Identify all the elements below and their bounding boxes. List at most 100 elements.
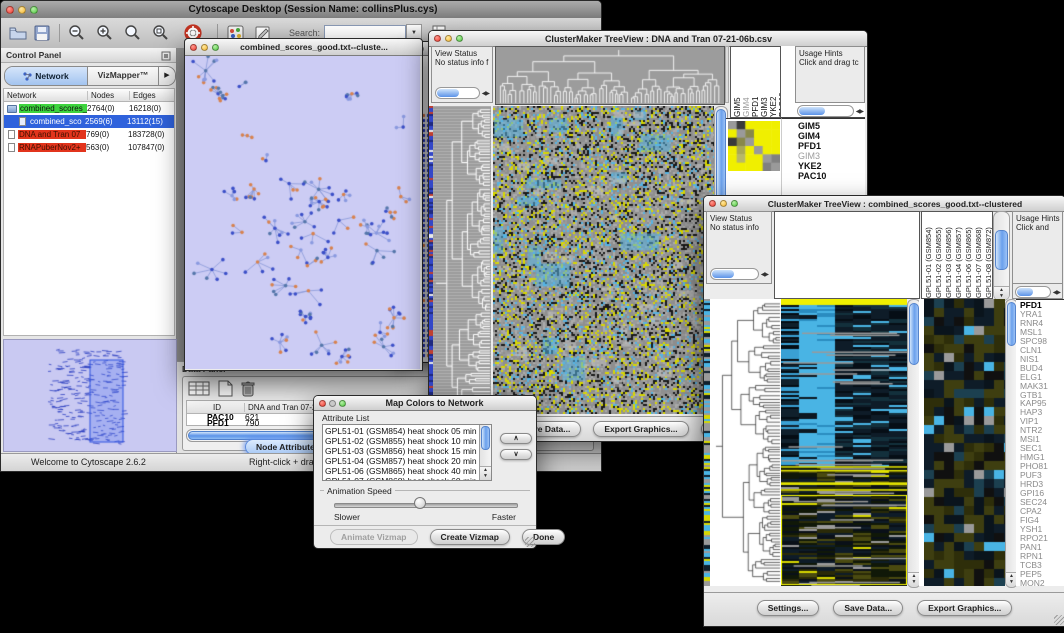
tab-vizmapper[interactable]: VizMapper™ [88, 67, 159, 85]
tv1-splitter[interactable] [725, 46, 729, 103]
minimize-button[interactable] [720, 200, 727, 207]
tv2-col-dendrogram-area[interactable] [774, 211, 920, 299]
attribute-list-item[interactable]: GPL51-01 (GSM854) heat shock 05 min [323, 426, 491, 436]
treeview2-titlebar[interactable]: ClusterMaker TreeView : combined_scores_… [704, 196, 1064, 212]
scroll-arrows[interactable] [856, 108, 863, 115]
network-row[interactable]: DNA and Tran 07 769(0) 183728(0) [4, 128, 174, 141]
move-down-button[interactable]: ∨ [500, 449, 532, 460]
tv1-heatmap[interactable] [493, 106, 714, 414]
minimize-button[interactable] [445, 35, 452, 42]
zoom-button[interactable] [339, 400, 346, 407]
network-row[interactable]: combined_scores_ 2764(0) 16218(0) [4, 102, 174, 115]
attribute-select-button[interactable] [188, 380, 210, 402]
scroll-thumb[interactable] [909, 303, 919, 365]
scroll-arrows[interactable] [994, 286, 1009, 300]
zoom-fit-button[interactable] [121, 22, 145, 44]
zoom-button[interactable] [212, 44, 219, 51]
minimize-button[interactable] [18, 6, 26, 14]
column-label[interactable]: GPL51-01 (GSM854) [925, 212, 933, 298]
treeview-button[interactable]: Export Graphics... [593, 421, 688, 437]
scroll-arrows[interactable] [761, 271, 768, 278]
column-label[interactable]: YKE2 [770, 47, 778, 117]
network-view-titlebar[interactable]: combined_scores_good.txt--cluste... [185, 39, 422, 56]
new-attribute-button[interactable] [216, 380, 234, 402]
attribute-list-vscrollbar[interactable] [479, 425, 491, 480]
treeview-button[interactable]: Settings... [757, 600, 820, 616]
cytoscape-titlebar[interactable]: Cytoscape Desktop (Session Name: collins… [1, 1, 601, 19]
tv1-row-dendrogram[interactable] [433, 106, 491, 414]
treeview-button[interactable]: Export Graphics... [917, 600, 1012, 616]
tv1-col-dendrogram[interactable] [495, 46, 725, 105]
network-row[interactable]: combined_sco 2569(6) 13112(15) [4, 115, 174, 128]
network-row[interactable]: RNAPuberNov2+ 563(0) 107847(0) [4, 141, 174, 154]
column-label[interactable]: GPL51-03 (GSM856) [945, 212, 953, 298]
column-label[interactable]: GIM3 [761, 47, 769, 117]
network-canvas[interactable] [185, 56, 420, 369]
column-label[interactable]: GPL51-07 (GSM868) [975, 212, 983, 298]
delete-attribute-button[interactable] [240, 380, 256, 402]
attribute-list-item[interactable]: GPL51-07 (GSM868) heat shock 60 min [323, 476, 491, 481]
save-button[interactable] [30, 22, 54, 44]
column-label[interactable]: PFD1 [752, 47, 760, 117]
treeview1-titlebar[interactable]: ClusterMaker TreeView : DNA and Tran 07-… [429, 31, 867, 47]
tv2-detail-heatmap[interactable] [924, 299, 1005, 586]
tab-network[interactable]: Network [5, 67, 88, 85]
tv1-similarity-matrix[interactable] [728, 121, 780, 171]
close-button[interactable] [190, 44, 197, 51]
column-label[interactable]: GPL51-04 (GSM857) [955, 212, 963, 298]
gene-name[interactable]: PAC10 [798, 171, 865, 181]
minimize-button[interactable] [201, 44, 208, 51]
float-panel-icon[interactable] [161, 51, 171, 61]
tv2-row-dendrogram[interactable] [710, 299, 781, 586]
close-button[interactable] [6, 6, 14, 14]
minimize-button[interactable] [329, 400, 336, 407]
scroll-arrows[interactable] [482, 90, 489, 97]
zoom-button[interactable] [30, 6, 38, 14]
zoom-selected-button[interactable] [149, 22, 173, 44]
open-file-button[interactable] [6, 22, 30, 44]
gene-name[interactable]: PFD1 [798, 141, 865, 151]
attribute-list-item[interactable]: GPL51-03 (GSM856) heat shock 15 min [323, 446, 491, 456]
close-button[interactable] [434, 35, 441, 42]
column-header-nodes[interactable]: Nodes [88, 91, 130, 100]
tv2-usage-scrollbar[interactable] [1015, 286, 1060, 298]
resize-grip[interactable] [1054, 615, 1064, 625]
map-dialog-titlebar[interactable]: Map Colors to Network [314, 396, 536, 411]
gene-name[interactable]: MON2 [1020, 579, 1064, 586]
column-label[interactable]: GPL51-02 (GSM855) [935, 212, 943, 298]
column-header-id[interactable]: ID [187, 403, 245, 412]
column-label[interactable]: GPL51-06 (GSM865) [965, 212, 973, 298]
resize-grip[interactable] [525, 537, 535, 547]
zoom-in-button[interactable] [93, 22, 117, 44]
dialog-button[interactable]: Create Vizmap [430, 529, 510, 545]
network-overview-canvas[interactable] [3, 339, 177, 452]
attribute-list-item[interactable]: GPL51-04 (GSM857) heat shock 20 min [323, 456, 491, 466]
scroll-arrows[interactable] [1053, 289, 1060, 296]
move-up-button[interactable]: ∧ [500, 433, 532, 444]
close-button[interactable] [709, 200, 716, 207]
column-label[interactable]: GIM4 [743, 47, 751, 117]
tv1-usage-scrollbar[interactable] [797, 105, 863, 117]
scroll-arrows[interactable] [480, 466, 491, 480]
attribute-list-item[interactable]: GPL51-02 (GSM855) heat shock 10 min [323, 436, 491, 446]
gene-name[interactable]: GIM3 [798, 151, 865, 161]
column-label[interactable]: GPL51-08 (GSM872) [985, 212, 993, 298]
zoom-button[interactable] [456, 35, 463, 42]
close-button[interactable] [319, 400, 326, 407]
column-label[interactable]: GIM5 [734, 47, 742, 117]
column-header-edges[interactable]: Edges [130, 91, 174, 100]
speed-slider-track[interactable] [334, 503, 518, 508]
speed-slider-thumb[interactable] [414, 497, 426, 509]
scroll-thumb[interactable] [1007, 302, 1016, 346]
gene-name[interactable]: GIM4 [798, 131, 865, 141]
scroll-thumb[interactable] [481, 426, 490, 450]
dialog-button[interactable]: Animate Vizmap [330, 529, 418, 545]
gene-name[interactable]: GIM5 [798, 121, 865, 131]
tv1-status-scrollbar[interactable] [435, 87, 489, 99]
tv2-labels-vscrollbar[interactable] [993, 211, 1010, 301]
zoom-out-button[interactable] [65, 22, 89, 44]
gene-name[interactable]: YKE2 [798, 161, 865, 171]
tab-overflow-button[interactable]: ▶ [159, 67, 175, 85]
scroll-thumb[interactable] [995, 230, 1008, 270]
attribute-list-item[interactable]: GPL51-06 (GSM865) heat shock 40 min [323, 466, 491, 476]
